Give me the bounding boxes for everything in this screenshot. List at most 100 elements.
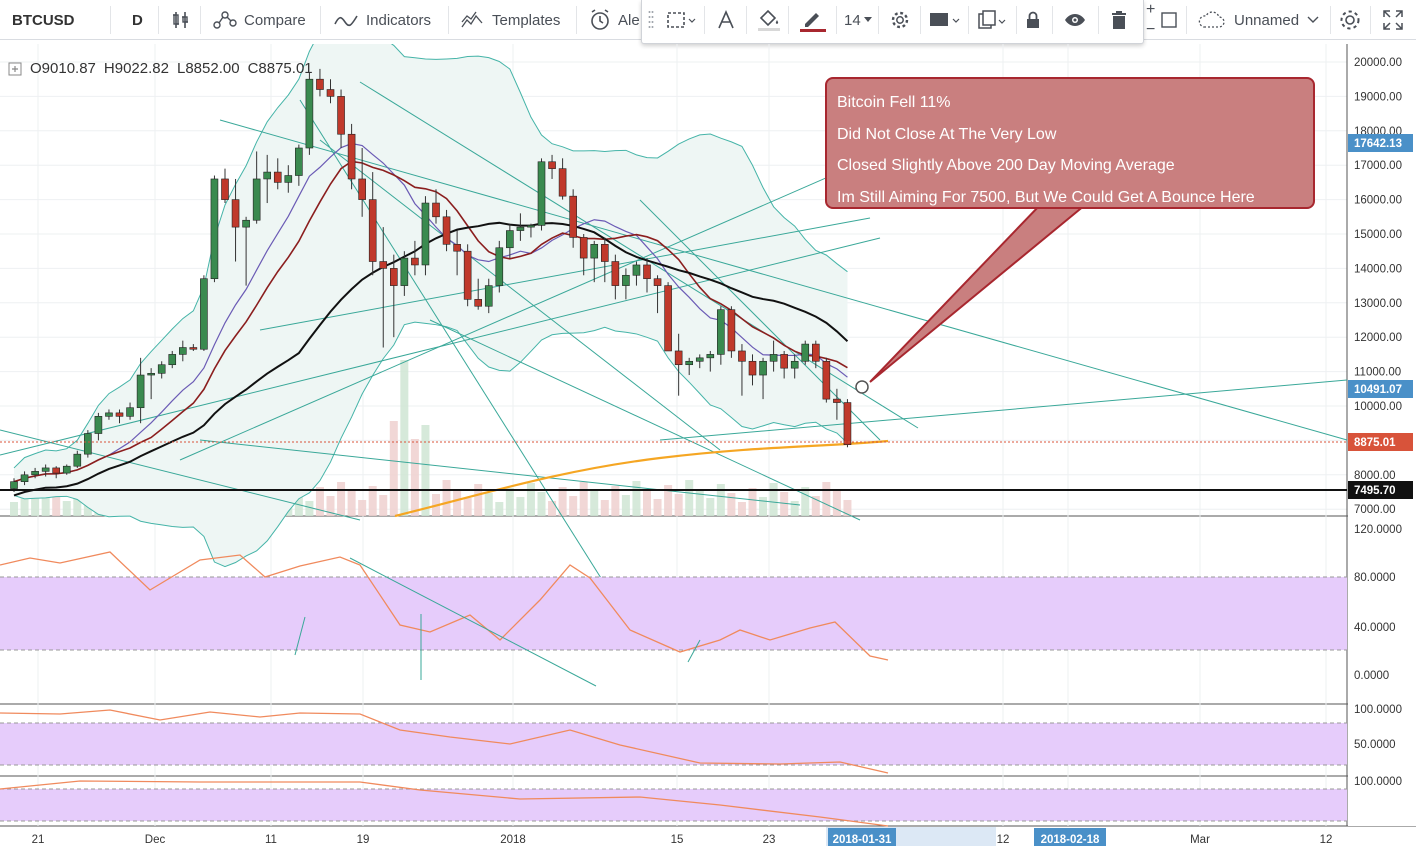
time-tick: 23: [763, 834, 776, 846]
volume-bar: [516, 497, 525, 516]
price-tick: 14000.00: [1354, 263, 1402, 275]
candle-body: [157, 364, 166, 374]
candle-body: [379, 261, 388, 269]
price-axis[interactable]: 20000.0019000.0018000.0017000.0016000.00…: [1348, 44, 1416, 826]
candle-body: [73, 453, 82, 467]
volume-bar: [31, 497, 40, 516]
volume-bar: [790, 501, 799, 516]
indicators-label: Indicators: [366, 11, 432, 29]
zoom-in-button[interactable]: +: [1146, 0, 1155, 20]
compare-icon: [213, 11, 237, 29]
time-highlight-label: 2018-02-18: [1041, 834, 1100, 846]
pencil-icon[interactable]: [798, 0, 828, 40]
candle-body: [811, 343, 820, 362]
volume-bar: [410, 439, 419, 516]
select-area-icon[interactable]: [666, 0, 696, 40]
callout-annotation[interactable]: Bitcoin Fell 11% Did Not Close At The Ve…: [825, 77, 1315, 209]
open-value: 9010.87: [41, 60, 96, 77]
eye-icon[interactable]: [1064, 0, 1086, 40]
volume-bar: [379, 495, 388, 516]
candle-body: [389, 268, 398, 286]
text-icon[interactable]: [716, 0, 736, 40]
fullscreen-icon[interactable]: [1382, 0, 1404, 40]
price-tag-label: 10491.07: [1354, 384, 1402, 396]
volume-bar: [643, 490, 651, 516]
drag-handle[interactable]: [648, 0, 654, 40]
cloud-icon: [1198, 11, 1225, 28]
osc1-tick: 40.0000: [1354, 622, 1396, 634]
candle-body: [674, 350, 683, 366]
candle-body: [242, 219, 250, 228]
volume-bar: [621, 495, 630, 516]
zoom-out-button[interactable]: −: [1146, 20, 1155, 40]
candle-body: [284, 175, 293, 183]
candle-body: [769, 354, 778, 362]
volume-bar: [400, 360, 409, 516]
volume-bar: [685, 480, 694, 516]
candle-body: [685, 360, 694, 366]
time-tick: 19: [357, 834, 370, 846]
candle-body: [653, 278, 662, 286]
volume-bar: [769, 483, 778, 516]
gear-icon[interactable]: [1338, 0, 1362, 40]
volume-bar: [579, 482, 588, 516]
candle-body: [579, 237, 588, 259]
osc1-tick: 80.0000: [1354, 572, 1396, 584]
templates-label: Templates: [492, 11, 561, 29]
volume-bar: [537, 492, 546, 516]
clone-icon[interactable]: [976, 0, 1008, 40]
callout-tail: [869, 204, 1088, 383]
rect-icon[interactable]: [1160, 0, 1180, 40]
candle-body: [252, 178, 261, 221]
candle-body: [221, 178, 229, 200]
osc3-band: [0, 789, 1347, 821]
candle-body: [664, 285, 672, 352]
candle-body: [484, 285, 493, 307]
volume-bar: [737, 502, 746, 516]
time-tick: 21: [32, 834, 45, 846]
font-size-select[interactable]: 14: [844, 0, 872, 40]
price-tick: 20000.00: [1354, 57, 1402, 69]
candle-body: [695, 357, 704, 362]
interval-button[interactable]: D: [132, 0, 143, 40]
price-tick: 15000.00: [1354, 229, 1402, 241]
volume-bar: [453, 489, 462, 516]
collapse-icon[interactable]: [8, 62, 22, 76]
volume-bar: [759, 497, 768, 516]
alert-button[interactable]: Ale: [588, 0, 640, 40]
candle-body: [411, 257, 419, 266]
indicators-button[interactable]: Indicators: [334, 0, 431, 40]
symbol-search[interactable]: BTCUSD: [12, 0, 75, 40]
lock-icon[interactable]: [1024, 0, 1042, 40]
price-tick: 8000.00: [1354, 470, 1396, 482]
candle-body: [168, 354, 177, 366]
candle-body: [843, 402, 852, 445]
layout-menu[interactable]: Unnamed: [1196, 0, 1319, 40]
templates-icon: [461, 11, 483, 28]
volume-bar: [463, 498, 472, 516]
candle-body: [41, 467, 50, 472]
callout-line-1: Bitcoin Fell 11%: [837, 94, 951, 111]
volume-bar: [495, 502, 504, 516]
time-tick: Dec: [145, 834, 166, 846]
time-axis[interactable]: 21 Dec 11 19 2018 15 23 12 Mar 12 2018-01-31 2018-0…: [0, 827, 1416, 846]
volume-bar: [801, 487, 810, 516]
candle-body: [200, 278, 208, 350]
candle-body: [527, 225, 535, 228]
callout-pointer: [869, 204, 1088, 383]
candle-body: [31, 471, 39, 476]
fill-icon[interactable]: [756, 0, 782, 40]
gear-icon[interactable]: [890, 0, 910, 40]
compare-button[interactable]: Compare: [212, 0, 306, 40]
candle-body: [105, 412, 113, 417]
bar-type-icon[interactable]: [170, 0, 192, 40]
volume-bar: [389, 421, 398, 516]
candle-body: [537, 161, 546, 226]
candle-body: [506, 230, 514, 249]
trash-icon[interactable]: [1110, 0, 1128, 40]
templates-button[interactable]: Templates: [460, 0, 560, 40]
candle-body: [569, 195, 577, 238]
rect-icon[interactable]: [928, 0, 962, 40]
volume-bar: [653, 499, 662, 516]
candle-body: [432, 202, 440, 218]
